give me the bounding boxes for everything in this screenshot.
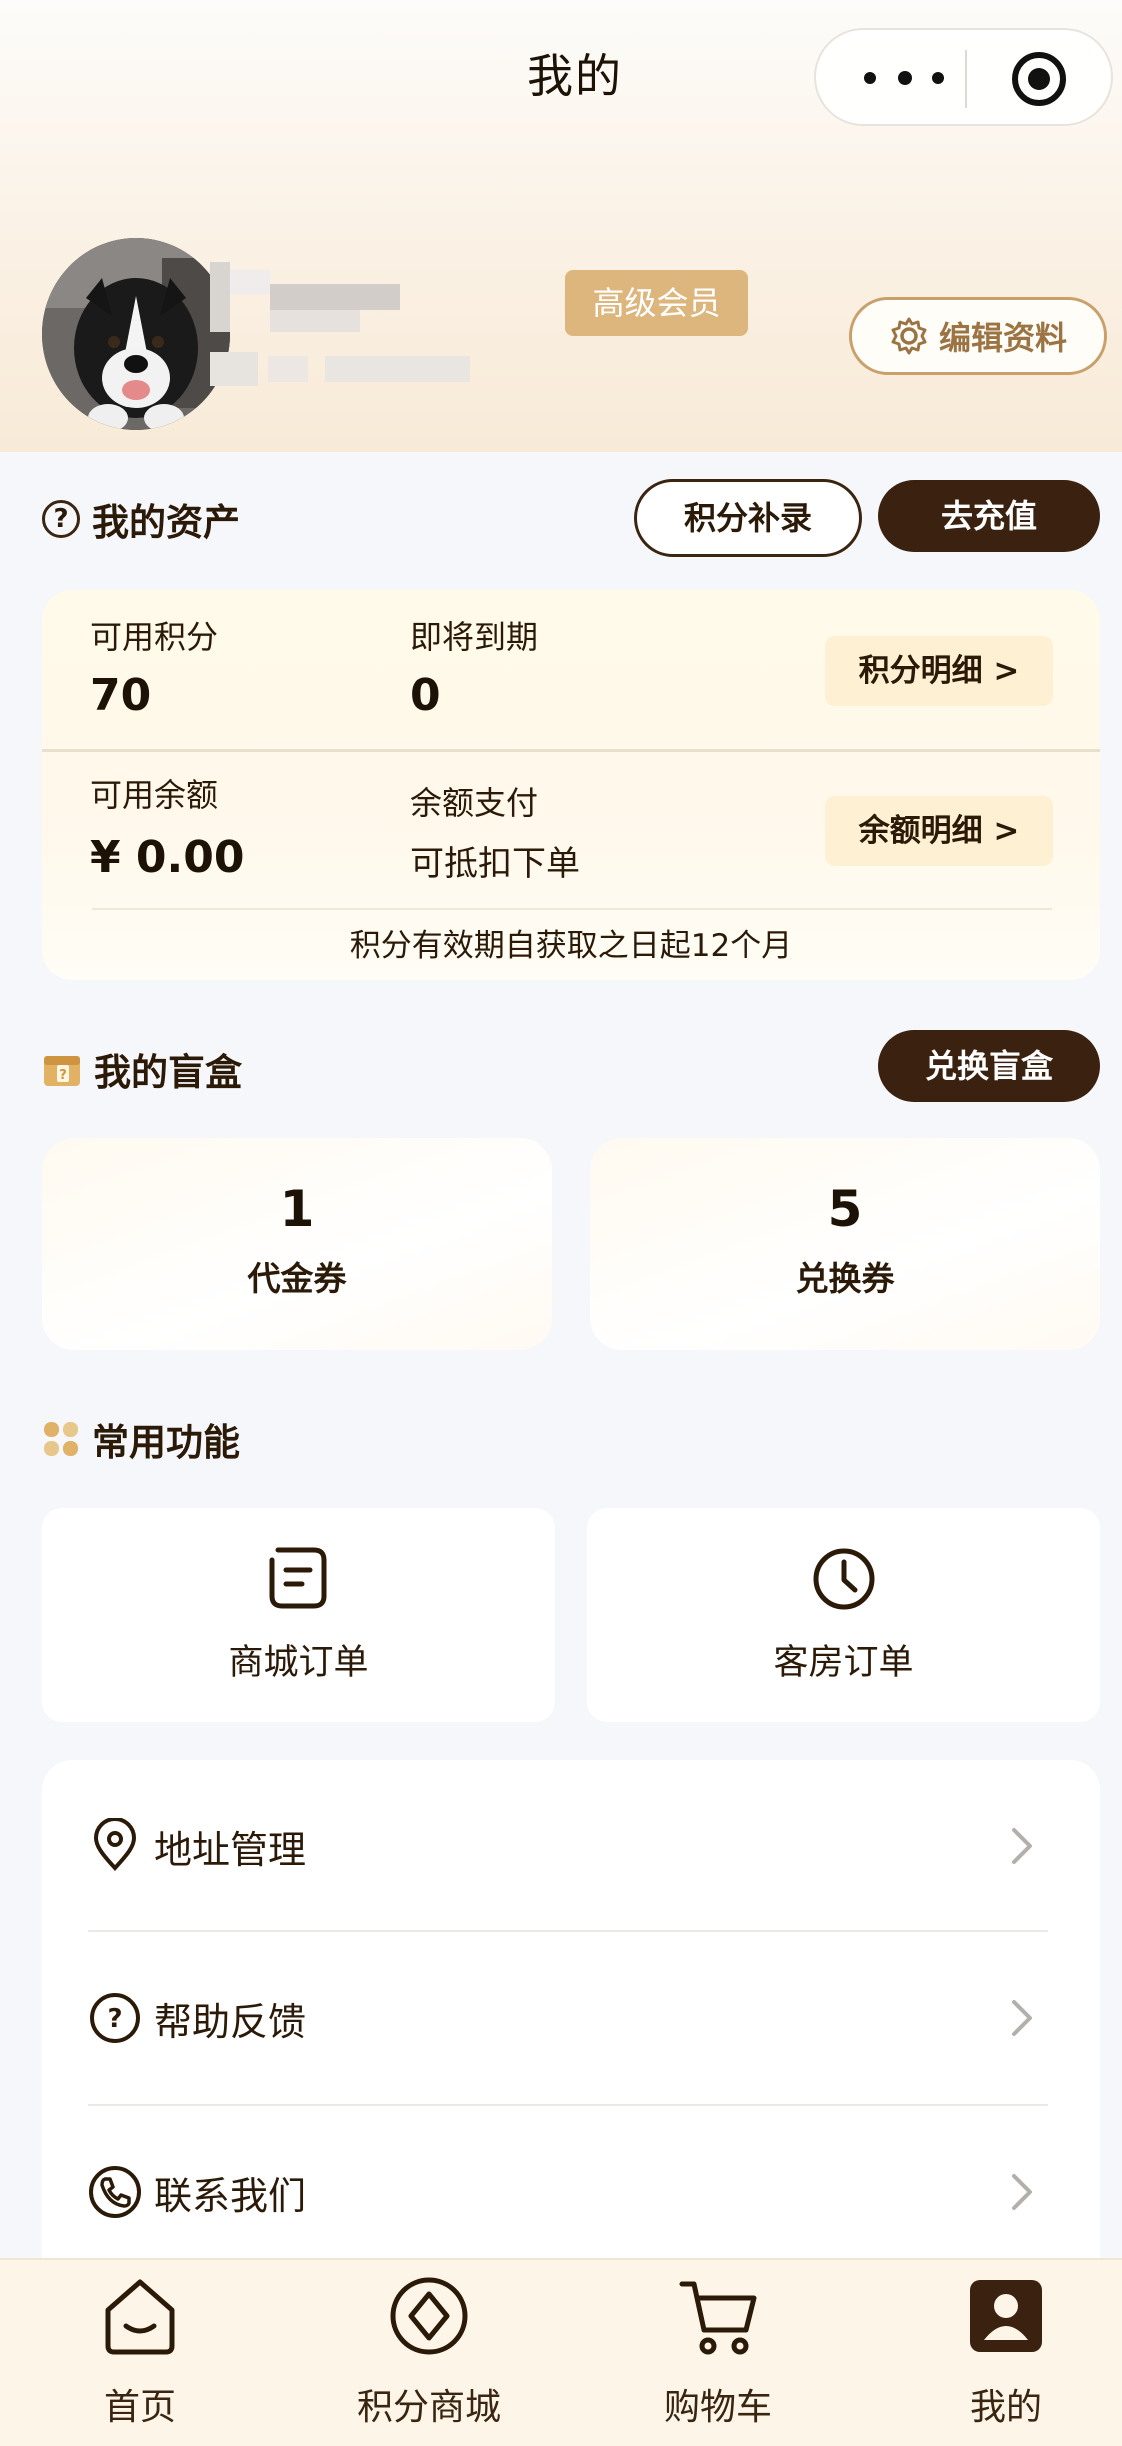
exchange-coupon-count: 5 <box>827 1180 863 1238</box>
room-orders-card[interactable]: 客房订单 <box>587 1508 1100 1722</box>
tab-label: 首页 <box>103 2387 176 2428</box>
svg-text:?: ? <box>59 1068 67 1083</box>
validity-divider <box>92 908 1052 910</box>
balance-value: ¥ 0.00 <box>90 832 245 883</box>
nickname-blurred <box>210 262 400 332</box>
balance-pay-text: 可抵扣下单 <box>410 844 580 884</box>
diamond-icon <box>390 2277 468 2355</box>
capsule-divider <box>965 50 967 108</box>
voucher-count: 1 <box>279 1180 315 1238</box>
dog-avatar-image <box>42 238 230 430</box>
svg-text:?: ? <box>107 2004 122 2034</box>
menu-item-label: 地址管理 <box>154 1827 307 1872</box>
menu-item-label: 帮助反馈 <box>154 1999 307 2044</box>
room-orders-label: 客房订单 <box>773 1643 914 1683</box>
mall-orders-card[interactable]: 商城订单 <box>42 1508 555 1722</box>
blind-box-title: 我的盲盒 <box>94 1051 242 1094</box>
tab-home[interactable]: 首页 <box>0 2260 280 2446</box>
exchange-blind-box-button[interactable]: 兑换盲盒 <box>878 1030 1100 1102</box>
member-level-badge: 高级会员 <box>565 270 748 336</box>
points-supplement-button[interactable]: 积分补录 <box>634 479 862 557</box>
recharge-button[interactable]: 去充值 <box>878 480 1100 552</box>
tab-points-mall[interactable]: 积分商城 <box>289 2260 569 2446</box>
tab-cart[interactable]: 购物车 <box>578 2260 858 2446</box>
edit-profile-label: 编辑资料 <box>938 319 1067 357</box>
phone-icon <box>89 2166 141 2218</box>
target-icon[interactable] <box>1012 52 1066 106</box>
exchange-coupon-label: 兑换券 <box>795 1259 895 1298</box>
clock-icon <box>813 1548 874 1610</box>
avatar[interactable] <box>42 238 230 430</box>
edit-profile-button[interactable]: 编辑资料 <box>849 297 1107 375</box>
miniprogram-capsule <box>814 28 1113 126</box>
tab-label: 购物车 <box>663 2387 772 2428</box>
points-detail-button[interactable]: 积分明细 > <box>825 636 1053 706</box>
chevron-right-icon <box>1012 2000 1032 2036</box>
points-validity-note: 积分有效期自获取之日起12个月 <box>349 928 793 964</box>
menu-item-address[interactable]: 地址管理 <box>42 1760 1100 1932</box>
tab-label: 积分商城 <box>356 2387 501 2428</box>
expiring-points-label: 即将到期 <box>410 618 539 656</box>
help-circle-icon: ? <box>90 1993 140 2043</box>
menu-item-help[interactable]: ? 帮助反馈 <box>42 1932 1100 2104</box>
available-points-value: 70 <box>90 670 152 721</box>
blind-box-section-header: ? 我的盲盒 <box>42 1042 242 1096</box>
available-points-label: 可用积分 <box>90 618 219 656</box>
exchange-coupon-card[interactable]: 5 兑换券 <box>590 1138 1100 1350</box>
order-note-icon <box>269 1547 326 1609</box>
balance-label: 可用余额 <box>90 776 219 814</box>
gear-icon <box>891 317 927 355</box>
balance-detail-button[interactable]: 余额明细 > <box>825 796 1053 866</box>
common-functions-title: 常用功能 <box>92 1421 240 1464</box>
cart-icon <box>679 2281 757 2355</box>
mall-orders-label: 商城订单 <box>228 1643 369 1683</box>
profile-icon <box>970 2280 1042 2352</box>
tab-label: 我的 <box>969 2387 1042 2428</box>
user-id-blurred <box>210 352 470 386</box>
more-dots-icon[interactable] <box>864 71 944 86</box>
balance-pay-label: 余额支付 <box>410 784 539 822</box>
assets-card: 可用积分 70 即将到期 0 积分明细 > 可用余额 ¥ 0.00 余额支付 可… <box>42 590 1100 980</box>
voucher-card[interactable]: 1 代金券 <box>42 1138 552 1350</box>
expiring-points-value: 0 <box>410 670 441 721</box>
blind-box-icon: ? <box>44 1056 80 1086</box>
common-functions-header: 常用功能 <box>42 1412 240 1466</box>
voucher-label: 代金券 <box>247 1259 347 1298</box>
tab-mine[interactable]: 我的 <box>866 2260 1122 2446</box>
home-smile-icon <box>105 2279 175 2355</box>
menu-item-label: 联系我们 <box>154 2173 307 2218</box>
menu-item-contact[interactable]: 联系我们 <box>42 2106 1100 2278</box>
chevron-right-icon <box>1012 1828 1032 1864</box>
location-pin-icon <box>93 1818 137 1871</box>
bottom-tab-bar: 首页 积分商城 购物车 我的 <box>0 2258 1122 2446</box>
menu-list: 地址管理 ? 帮助反馈 联系我们 <box>42 1760 1100 2300</box>
assets-title: 我的资产 <box>92 501 240 544</box>
chevron-right-icon <box>1012 2174 1032 2210</box>
assets-row-divider <box>42 749 1100 752</box>
question-circle-icon[interactable]: ? <box>42 500 80 538</box>
assets-section-header: ? 我的资产 <box>42 492 240 546</box>
grid-clover-icon <box>44 1422 78 1456</box>
